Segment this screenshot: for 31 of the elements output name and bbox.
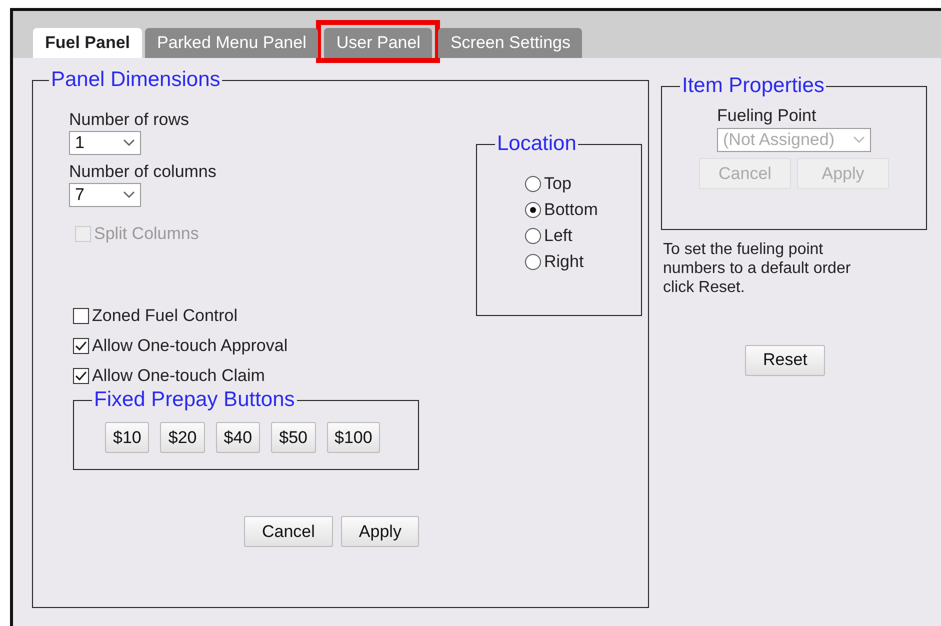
reset-button[interactable]: Reset	[745, 344, 826, 376]
cancel-button[interactable]: Cancel	[244, 516, 333, 547]
radio-button[interactable]: Bottom	[525, 200, 641, 220]
radio-button[interactable]: Right	[525, 252, 641, 272]
prepay-button[interactable]: $50	[271, 422, 316, 453]
checkmark-icon	[75, 371, 87, 381]
group-legend: Item Properties	[680, 74, 826, 98]
prepay-button[interactable]: $40	[216, 422, 260, 453]
chevron-down-icon	[123, 139, 135, 147]
checkbox[interactable]: Allow One-touch Approval	[73, 336, 439, 356]
radio-button[interactable]: Left	[525, 226, 641, 246]
field-label: Number of rows	[69, 110, 190, 130]
prepay-button[interactable]: $20	[160, 422, 205, 453]
prepay-button[interactable]: $100	[326, 422, 380, 453]
group-legend: Location	[495, 132, 578, 156]
field-label: Number of columns	[69, 162, 218, 182]
dropdown[interactable]: 1	[69, 131, 141, 155]
checkbox[interactable]: Zoned Fuel Control	[73, 306, 439, 326]
dropdown[interactable]: 7	[69, 183, 141, 207]
tab[interactable]: Fuel Panel	[33, 28, 142, 58]
apply-button[interactable]: Apply	[340, 516, 420, 547]
prepay-button[interactable]: $10	[105, 422, 150, 453]
chevron-down-icon	[853, 136, 865, 144]
checkbox[interactable]: Allow One-touch Claim	[73, 366, 439, 386]
radio-button[interactable]: Top	[525, 174, 641, 194]
chevron-down-icon	[123, 191, 135, 199]
group-legend: Fixed Prepay Buttons	[92, 388, 297, 412]
field-label: Fueling Point	[717, 106, 818, 126]
reset-instructions: To set the fueling point numbers to a default order click Reset.	[663, 240, 852, 298]
group-legend: Panel Dimensions	[49, 68, 222, 92]
checkmark-icon	[75, 341, 87, 351]
